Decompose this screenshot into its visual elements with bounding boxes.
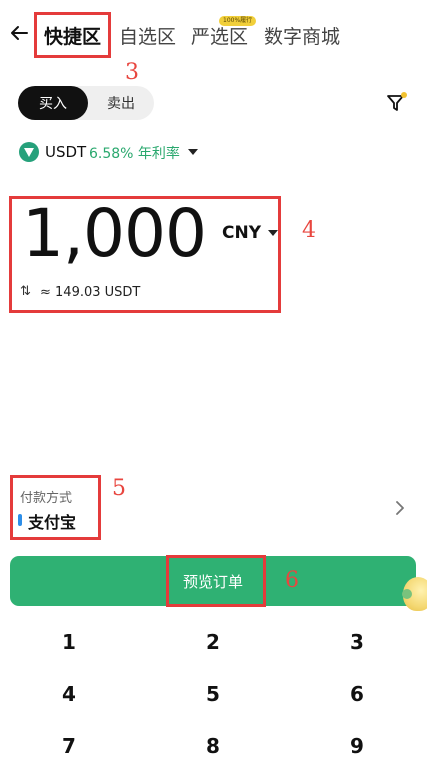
keypad-key-4[interactable]: 4	[29, 682, 109, 706]
swap-icon[interactable]: ⇅	[20, 284, 31, 299]
fulfillment-badge: 100%履行	[219, 16, 257, 26]
coin-dropdown-caret-icon[interactable]	[188, 149, 198, 155]
keypad-key-3[interactable]: 3	[317, 630, 397, 654]
keypad-key-6[interactable]: 6	[317, 682, 397, 706]
keypad-key-5[interactable]: 5	[173, 682, 253, 706]
buy-tab[interactable]: 买入	[18, 86, 88, 120]
annotation-number-5: 5	[112, 476, 126, 501]
annotation-box-6	[166, 555, 266, 607]
back-arrow-icon[interactable]	[8, 22, 30, 44]
keypad-key-8[interactable]: 8	[173, 734, 253, 758]
keypad-key-9[interactable]: 9	[317, 734, 397, 758]
usdt-coin-icon[interactable]	[19, 142, 39, 162]
keypad-key-2[interactable]: 2	[173, 630, 253, 654]
annotation-number-4: 4	[302, 218, 316, 243]
mascot-leaf-icon	[402, 589, 412, 599]
annotation-number-3: 3	[125, 60, 139, 85]
coin-name[interactable]: USDT	[45, 143, 86, 161]
keypad-key-1[interactable]: 1	[29, 630, 109, 654]
chevron-right-icon[interactable]	[393, 499, 407, 517]
keypad-key-7[interactable]: 7	[29, 734, 109, 758]
tab-self-select-zone[interactable]: 自选区	[119, 22, 176, 49]
amount-value[interactable]: 1,000	[22, 196, 207, 272]
annotation-box-3	[34, 12, 111, 58]
annotation-number-6: 6	[285, 568, 299, 593]
tab-digital-mall[interactable]: 数字商城	[264, 22, 340, 49]
filter-icon[interactable]	[386, 91, 408, 113]
payment-method-value[interactable]: 支付宝	[28, 509, 76, 533]
currency-dropdown-caret-icon[interactable]	[268, 230, 278, 236]
converted-amount: ≈ 149.03 USDT	[40, 285, 141, 300]
tab-strict-select-zone[interactable]: 严选区	[191, 22, 248, 49]
sell-tab[interactable]: 卖出	[92, 86, 150, 120]
annual-rate[interactable]: 6.58% 年利率	[89, 143, 180, 163]
currency-selector[interactable]: CNY	[222, 223, 261, 243]
alipay-color-bar	[18, 514, 22, 526]
payment-method-label: 付款方式	[20, 491, 73, 506]
